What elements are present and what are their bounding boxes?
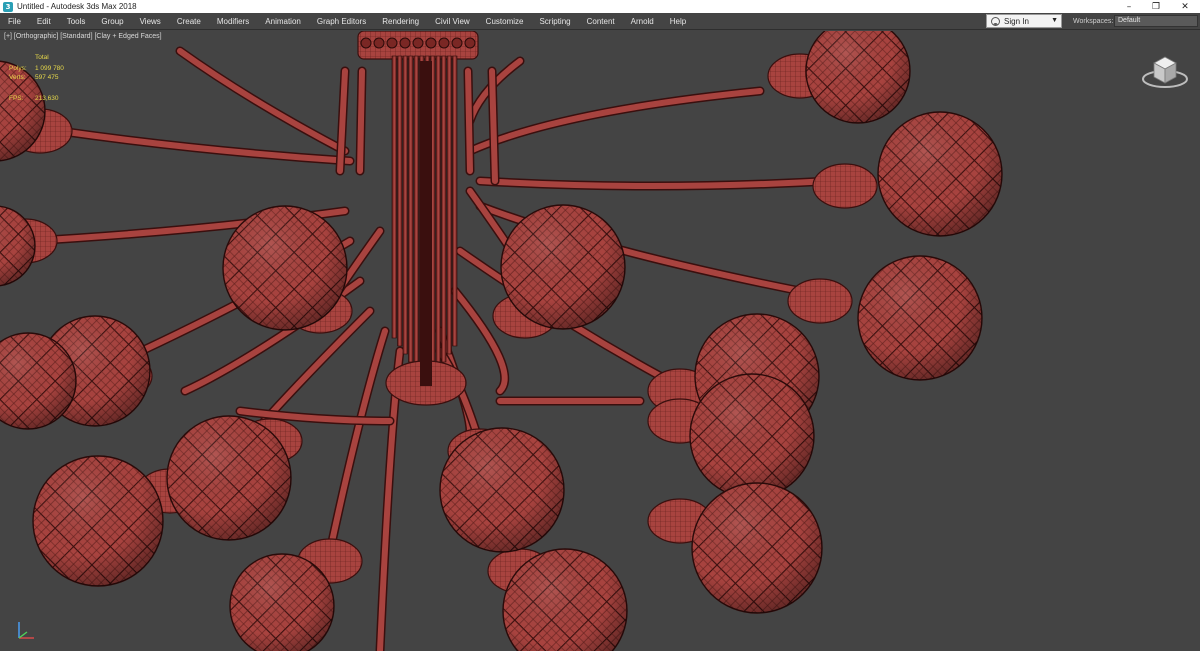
central-rod [446, 55, 452, 355]
sign-in-dropdown[interactable]: Sign In ▼ [986, 14, 1062, 28]
sign-in-label: Sign In [1004, 16, 1029, 26]
bulb-globe-shading [878, 112, 1002, 236]
central-rod [408, 55, 414, 363]
central-rod [402, 55, 408, 355]
stats-fps-label: FPS: [9, 95, 24, 102]
central-rod [441, 55, 447, 363]
stats-verts-value: 597 475 [35, 74, 59, 81]
caret-down-icon: ▼ [1051, 17, 1058, 24]
menu-tools[interactable]: Tools [59, 13, 94, 30]
stats-fps-value: 213,630 [35, 95, 59, 102]
user-icon [991, 16, 1000, 26]
bulb-globe-shading [223, 206, 347, 330]
stats-total-label: Total [35, 54, 49, 61]
canopy-knob [451, 37, 463, 49]
central-rod [413, 55, 419, 371]
chandelier-arm [357, 68, 365, 174]
menu-create[interactable]: Create [169, 13, 209, 30]
canopy-knob [412, 37, 424, 49]
stats-polys-label: Polys: [9, 65, 27, 72]
workspaces-label: Workspaces: [1073, 18, 1114, 25]
canopy-knob [399, 37, 411, 49]
bulb-globe-shading [501, 205, 625, 329]
chandelier-arm [327, 328, 388, 554]
chandelier-arm [489, 68, 498, 184]
stats-verts-label: Verts: [9, 74, 26, 81]
maximize-button[interactable]: ❐ [1143, 0, 1169, 13]
menu-modifiers[interactable]: Modifiers [209, 13, 257, 30]
menu-scripting[interactable]: Scripting [531, 13, 578, 30]
menu-content[interactable]: Content [579, 13, 623, 30]
canopy-knob [360, 37, 372, 49]
bulb-globe-shading [690, 374, 814, 498]
stats-polys-value: 1 099 780 [35, 65, 64, 72]
canopy-knob [425, 37, 437, 49]
workspaces-select[interactable]: Default [1114, 15, 1198, 27]
close-button[interactable]: ✕ [1172, 0, 1198, 13]
bulb-globe-shading [167, 416, 291, 540]
canopy-knob [386, 37, 398, 49]
bulb-globe-shading [33, 456, 163, 586]
menu-views[interactable]: Views [132, 13, 169, 30]
chandelier-arm [465, 68, 473, 174]
menu-animation[interactable]: Animation [257, 13, 309, 30]
menu-customize[interactable]: Customize [478, 13, 532, 30]
menu-graph-editors[interactable]: Graph Editors [309, 13, 374, 30]
menu-edit[interactable]: Edit [29, 13, 59, 30]
maximize-icon: ❐ [1151, 1, 1161, 12]
canopy-knob [373, 37, 385, 49]
window-title: Untitled - Autodesk 3ds Max 2018 [17, 2, 137, 11]
minimize-icon: – [1126, 1, 1132, 12]
chandelier-bulbs [0, 31, 1003, 651]
chandelier-arm [57, 128, 353, 164]
bulb-globe-shading [692, 483, 822, 613]
close-icon: ✕ [1181, 1, 1189, 12]
title-bar: 3 Untitled - Autodesk 3ds Max 2018 – ❐ ✕ [0, 0, 1200, 13]
central-rod [452, 55, 458, 347]
canopy-knob [464, 37, 476, 49]
bulb-neck [787, 278, 853, 324]
perspective-viewport[interactable]: [+] [Orthographic] [Standard] [Clay + Ed… [0, 31, 1200, 651]
app-icon: 3 [3, 1, 13, 12]
bulb-neck [812, 163, 878, 209]
menu-help[interactable]: Help [662, 13, 694, 30]
menu-arnold[interactable]: Arnold [623, 13, 662, 30]
chandelier-arm-outline [465, 86, 765, 156]
viewcube-icon[interactable] [1140, 47, 1190, 91]
menu-file[interactable]: File [0, 13, 29, 30]
central-rod [397, 55, 403, 347]
minimize-button[interactable]: – [1116, 0, 1142, 13]
bulb-globe-shading [806, 31, 910, 123]
center-core [420, 61, 432, 386]
viewport-label[interactable]: [+] [Orthographic] [Standard] [Clay + Ed… [4, 33, 162, 40]
axis-tripod-icon [18, 622, 34, 639]
menu-group[interactable]: Group [93, 13, 131, 30]
central-rod [391, 55, 397, 339]
central-rod [435, 55, 441, 371]
bulb-globe-shading [0, 206, 35, 286]
canopy-knob [438, 37, 450, 49]
bulb-globe-shading [440, 428, 564, 552]
menu-rendering[interactable]: Rendering [374, 13, 427, 30]
chandelier-model [0, 31, 1003, 651]
menu-civil-view[interactable]: Civil View [427, 13, 478, 30]
bulb-globe-shading [858, 256, 982, 380]
